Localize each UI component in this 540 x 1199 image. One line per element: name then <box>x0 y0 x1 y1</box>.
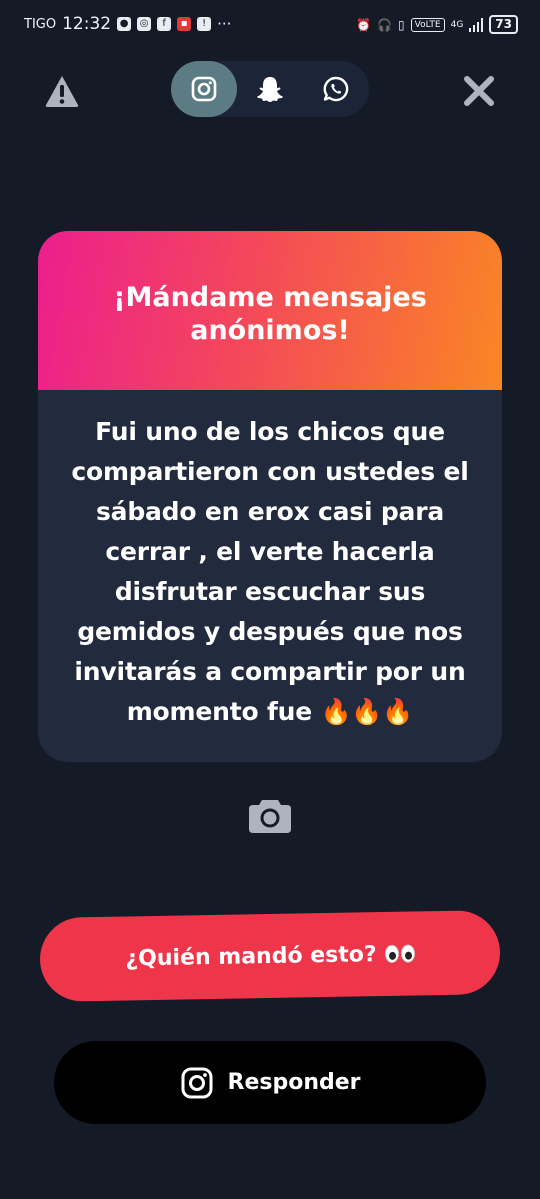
status-bar-right: ⏰ 🎧 ▯ VoLTE 4G 73 <box>356 15 518 34</box>
who-sent-button[interactable]: ¿Quién mandó esto? <box>39 909 501 1003</box>
headphones-icon: 🎧 <box>377 17 393 32</box>
status-bar-left: TIGO 12:32 ● ◎ f ▪ ! ··· <box>24 14 231 34</box>
who-sent-label: ¿Quién mandó esto? <box>125 941 377 972</box>
signal-icon <box>469 17 484 32</box>
snapchat-icon <box>257 77 283 102</box>
eyes-icon <box>384 944 415 963</box>
more-notifications-icon: ··· <box>217 15 232 33</box>
camera-icon <box>249 800 291 833</box>
instagram-icon <box>191 76 217 102</box>
status-bar: TIGO 12:32 ● ◎ f ▪ ! ··· ⏰ 🎧 ▯ VoLTE 4G … <box>0 0 540 52</box>
chat-notification-icon: ● <box>117 17 132 31</box>
close-button[interactable] <box>460 72 498 110</box>
tab-snapchat[interactable] <box>237 61 303 117</box>
clock: 12:32 <box>62 14 112 34</box>
warning-icon <box>45 76 79 107</box>
whatsapp-icon <box>323 76 349 102</box>
camera-button[interactable] <box>246 791 294 839</box>
card-header: ¡Mándame mensajes anónimos! <box>38 231 502 390</box>
message-text: Fui uno de los chicos que compartieron c… <box>71 417 469 726</box>
network-type: 4G <box>450 19 464 30</box>
platform-switcher <box>171 61 369 117</box>
tab-whatsapp[interactable] <box>303 61 369 117</box>
reply-button[interactable]: Responder <box>54 1041 486 1124</box>
vibrate-icon: ▯ <box>398 17 405 32</box>
battery-indicator: 73 <box>489 15 518 34</box>
instagram-icon <box>181 1067 212 1098</box>
close-icon <box>464 76 494 106</box>
message-card: ¡Mándame mensajes anónimos! Fui uno de l… <box>38 231 502 762</box>
app-notification-icon: ▪ <box>177 17 192 31</box>
report-button[interactable] <box>44 74 80 108</box>
reply-label: Responder <box>227 1070 361 1095</box>
tab-instagram[interactable] <box>171 61 237 117</box>
card-title: ¡Mándame mensajes anónimos! <box>113 281 427 346</box>
alarm-icon: ⏰ <box>356 17 372 32</box>
volte-badge: VoLTE <box>410 17 445 32</box>
facebook-notification-icon: f <box>157 17 172 31</box>
alert-notification-icon: ! <box>197 17 212 31</box>
carrier-label: TIGO <box>24 16 57 32</box>
instagram-notification-icon: ◎ <box>137 17 152 31</box>
